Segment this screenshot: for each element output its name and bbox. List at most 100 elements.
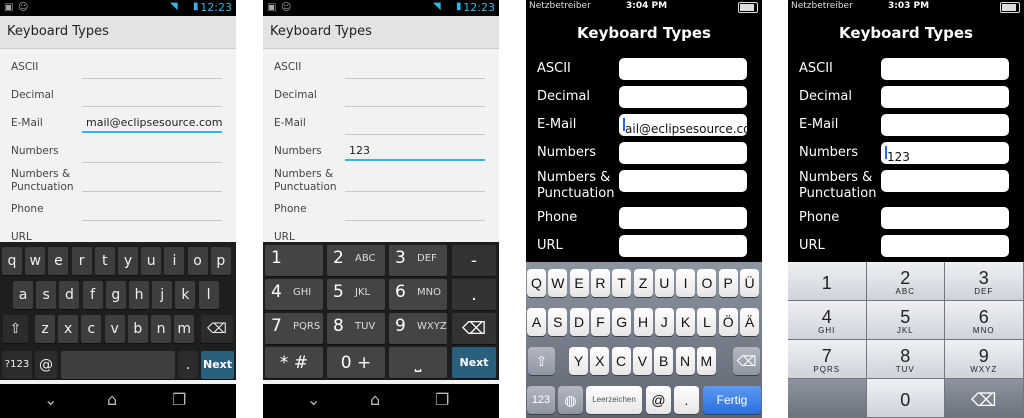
key-j[interactable]: j [152,281,173,309]
key-p[interactable]: p [210,247,231,275]
key-n[interactable]: n [151,315,171,343]
numkey-5[interactable]: 5 JKL [327,279,385,310]
key-i[interactable]: i [164,247,185,275]
key-e[interactable]: e [48,247,69,275]
key-k[interactable]: K [676,308,696,336]
numkey-8[interactable]: 9 WXYZ [945,340,1023,378]
decimal-field[interactable] [881,86,1009,108]
key-x[interactable]: X [590,347,610,375]
key-s[interactable]: s [36,281,57,309]
key-d[interactable]: d [59,281,80,309]
numkey-0[interactable]: 1 [788,262,866,300]
shift-key[interactable]: ⇧ [3,315,28,343]
numbers-field[interactable]: 123 [345,143,485,161]
key-l[interactable]: l [198,281,219,309]
numkey-6[interactable]: 6 MNO [389,279,447,310]
key-q[interactable]: Q [527,269,546,297]
numbers-punct-field[interactable] [345,175,485,192]
key-w[interactable]: w [25,247,46,275]
key-i[interactable]: I [676,269,696,297]
key-b[interactable]: b [127,315,148,343]
key-r[interactable]: r [71,247,92,275]
backspace-key[interactable]: ⌫ [201,315,233,343]
key-p[interactable]: P [718,269,738,297]
key-h[interactable]: h [129,281,149,309]
numkey-9[interactable] [788,379,866,417]
numkey-11[interactable]: ⌫ [945,379,1023,417]
key-y[interactable]: y [118,247,138,275]
numkey-1[interactable]: 2 ABC [327,245,385,276]
numkey-7[interactable]: . [452,279,496,310]
email-field[interactable]: mail@eclipsesource.com [82,115,223,133]
key-f[interactable]: f [82,281,103,309]
email-field[interactable]: ail@eclipsesource.com [619,114,747,136]
decimal-field[interactable] [345,90,485,107]
back-nav-icon[interactable]: ⌄ [44,390,57,409]
numbers-punct-field[interactable] [619,170,747,192]
ascii-field[interactable] [881,58,1009,80]
key-v[interactable]: V [632,347,652,375]
phone-field[interactable] [619,207,747,229]
key-n[interactable]: N [675,347,695,375]
recents-nav-icon[interactable]: ❐ [435,390,449,409]
key-c[interactable]: C [611,347,631,375]
numbers-field[interactable]: 123 [881,142,1009,164]
symbols-key[interactable]: ?123 [2,351,32,379]
key-a[interactable]: a [13,281,33,309]
next-key[interactable]: Next [201,351,234,379]
numkey-13[interactable]: 0 + [327,347,385,378]
numbers-punct-field[interactable] [82,175,222,192]
numkey-1[interactable]: 2 ABC [866,262,944,300]
key-k[interactable]: k [175,281,196,309]
url-field[interactable] [881,235,1009,257]
at-key[interactable]: @ [35,351,57,379]
key-o[interactable]: O [697,269,717,297]
numkey-14[interactable]: ⎵ [389,347,447,378]
backspace-key[interactable]: ⌫ [733,347,760,375]
key-q[interactable]: q [2,247,22,275]
numkey-15[interactable]: Next [452,347,496,378]
key-y[interactable]: Y [569,347,588,375]
numkey-7[interactable]: 8 TUV [866,340,944,378]
key-m[interactable]: M [696,347,716,375]
space-key[interactable]: Leerzeichen [586,386,642,414]
phone-field[interactable] [881,207,1009,229]
key-x[interactable]: x [58,315,79,343]
home-nav-icon[interactable]: ⌂ [370,390,380,409]
numbers-field[interactable] [82,146,222,163]
key-r[interactable]: R [590,269,610,297]
numkey-2[interactable]: 3 DEF [389,245,447,276]
key-ü[interactable]: Ü [740,269,759,297]
key-t[interactable]: t [94,247,115,275]
key-e[interactable]: E [569,269,589,297]
ascii-field[interactable] [82,62,222,79]
space-key[interactable] [61,351,175,379]
numkey-9[interactable]: 8 TUV [327,313,385,344]
numkey-2[interactable]: 3 DEF [945,262,1023,300]
phone-field[interactable] [345,204,485,221]
key-a[interactable]: A [527,308,546,336]
decimal-field[interactable] [82,90,222,107]
numkey-4[interactable]: 5 JKL [866,301,944,339]
key-ä[interactable]: Ä [740,308,759,336]
key-o[interactable]: o [187,247,208,275]
numkey-8[interactable]: 7 PQRS [265,313,323,344]
url-field[interactable] [619,235,747,257]
dot-key[interactable]: . [178,351,198,379]
key-h[interactable]: H [633,308,653,336]
key-g[interactable]: g [105,281,126,309]
numkey-6[interactable]: 7 PQRS [788,340,866,378]
numbers-field[interactable] [619,142,747,164]
key-u[interactable]: U [654,269,674,297]
key-t[interactable]: T [612,269,632,297]
key-z[interactable]: Z [633,269,653,297]
email-field[interactable] [345,118,485,135]
done-key[interactable]: Fertig [703,386,761,414]
shift-key[interactable]: ⇧ [528,347,555,375]
numkey-3[interactable]: 4 GHI [788,301,866,339]
decimal-field[interactable] [619,86,747,108]
key-v[interactable]: v [104,315,125,343]
numkey-5[interactable]: 6 MNO [945,301,1023,339]
key-m[interactable]: m [174,315,195,343]
home-nav-icon[interactable]: ⌂ [107,390,117,409]
